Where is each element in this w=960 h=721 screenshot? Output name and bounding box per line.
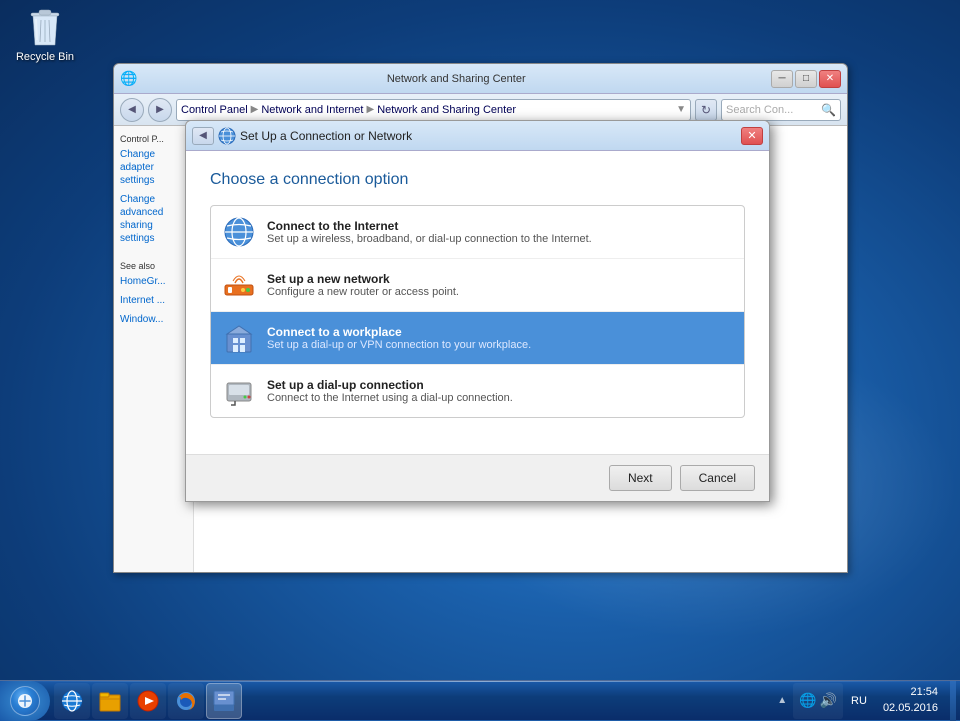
breadcrumb-network-sharing[interactable]: Network and Sharing Center [377,104,516,116]
new-network-icon [223,269,255,301]
dialog-close-button[interactable]: ✕ [741,127,763,145]
desktop: Recycle Bin 🌐 Network and Sharing Center… [0,0,960,720]
internet-link[interactable]: Internet ... [120,294,187,307]
homegroup-link[interactable]: HomeGr... [120,275,187,288]
network-tray-icon[interactable]: 🌐 [799,692,816,709]
option-2-text: Set up a new network Configure a new rou… [267,272,732,298]
address-bar[interactable]: Control Panel ▶ Network and Internet ▶ N… [176,99,691,121]
connect-internet-icon [223,216,255,248]
back-button[interactable]: ◀ [120,98,144,122]
see-also-label: See also [120,261,187,271]
taskbar-firefox-button[interactable] [168,683,204,719]
browser-titlebar: 🌐 Network and Sharing Center ─ □ ✕ [114,64,847,94]
dialog-titlebar: ◀ Set Up a Connection or Network ✕ [186,121,769,151]
minimize-button[interactable]: ─ [771,70,793,88]
option-3-text: Connect to a workplace Set up a dial-up … [267,325,732,351]
taskbar: ▲ 🌐 🔊 RU 21:54 02.05.2016 [0,680,960,720]
option-1-desc: Set up a wireless, broadband, or dial-up… [267,233,732,245]
option-1-title: Connect to the Internet [267,219,732,233]
show-hidden-icons[interactable]: ▲ [775,693,789,708]
option-workplace[interactable]: Connect to a workplace Set up a dial-up … [211,312,744,365]
start-button[interactable] [0,681,50,721]
option-2-title: Set up a new network [267,272,732,286]
maximize-button[interactable]: □ [795,70,817,88]
search-bar[interactable]: Search Con... 🔍 [721,99,841,121]
sidebar-panel: Control P... Change adapter settings Cha… [114,126,194,572]
option-2-desc: Configure a new router or access point. [267,286,732,298]
clock-date: 02.05.2016 [883,701,938,716]
change-advanced-settings-link[interactable]: Change advanced sharing settings [120,193,187,245]
recycle-bin-icon[interactable]: Recycle Bin [10,5,80,63]
search-icon[interactable]: 🔍 [821,103,836,117]
clock-time: 21:54 [883,685,938,700]
dialog-footer: Next Cancel [186,454,769,501]
clock[interactable]: 21:54 02.05.2016 [875,683,946,718]
forward-button[interactable]: ▶ [148,98,172,122]
search-placeholder: Search Con... [726,104,793,116]
window-controls: ─ □ ✕ [771,70,841,88]
recycle-bin-label: Recycle Bin [16,51,74,63]
taskbar-explorer-button[interactable] [92,683,128,719]
workplace-icon [223,322,255,354]
taskbar-active-app-button[interactable] [206,683,242,719]
option-3-desc: Set up a dial-up or VPN connection to yo… [267,339,732,351]
breadcrumb-network-internet[interactable]: Network and Internet [261,104,363,116]
option-4-desc: Connect to the Internet using a dial-up … [267,392,732,404]
language-indicator[interactable]: RU [847,695,871,707]
windows-link[interactable]: Window... [120,313,187,326]
taskbar-right: ▲ 🌐 🔊 RU 21:54 02.05.2016 [775,681,960,721]
next-button[interactable]: Next [609,465,672,491]
options-list: Connect to the Internet Set up a wireles… [210,205,745,418]
taskbar-media-button[interactable] [130,683,166,719]
option-1-text: Connect to the Internet Set up a wireles… [267,219,732,245]
option-3-title: Connect to a workplace [267,325,732,339]
control-panel-label: Control P... [120,134,187,144]
dialog-body: Choose a connection option Connect to th… [186,151,769,454]
option-new-network[interactable]: Set up a new network Configure a new rou… [211,259,744,312]
taskbar-ie-button[interactable] [54,683,90,719]
close-button[interactable]: ✕ [819,70,841,88]
dialup-icon [223,375,255,407]
browser-title: Network and Sharing Center [387,73,526,85]
dialog-title-icon [218,127,236,145]
show-desktop-button[interactable] [950,681,956,721]
option-4-text: Set up a dial-up connection Connect to t… [267,378,732,404]
dialog-heading: Choose a connection option [210,171,745,189]
taskbar-apps [54,683,775,719]
dialog-title: Set Up a Connection or Network [240,129,737,143]
dialog-window: ◀ Set Up a Connection or Network ✕ Choos… [185,120,770,502]
start-orb [10,686,40,716]
cancel-button[interactable]: Cancel [680,465,755,491]
option-connect-internet[interactable]: Connect to the Internet Set up a wireles… [211,206,744,259]
change-adapter-settings-link[interactable]: Change adapter settings [120,148,187,187]
system-tray: 🌐 🔊 [793,683,843,719]
option-dialup[interactable]: Set up a dial-up connection Connect to t… [211,365,744,417]
dialog-back-button[interactable]: ◀ [192,127,214,145]
volume-tray-icon[interactable]: 🔊 [820,692,837,709]
refresh-button[interactable]: ↻ [695,99,717,121]
option-4-title: Set up a dial-up connection [267,378,732,392]
address-dropdown[interactable]: ▼ [676,104,686,115]
breadcrumb-control-panel[interactable]: Control Panel [181,104,248,116]
